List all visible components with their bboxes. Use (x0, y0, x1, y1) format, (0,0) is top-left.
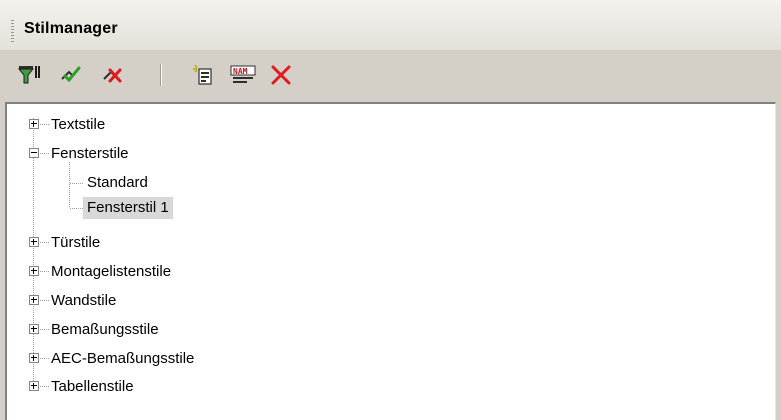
expand-montagelistenstile-toggle[interactable] (29, 266, 39, 276)
expand-tabellenstile-toggle[interactable] (29, 381, 39, 391)
grip-handle[interactable] (11, 20, 14, 42)
tree-connector (40, 358, 49, 359)
purge-icon (103, 68, 122, 83)
tree-connector (40, 329, 49, 330)
style-tree[interactable]: Textstile Fensterstile Standard Fensters… (5, 102, 776, 420)
panel-title: Stilmanager (24, 20, 118, 37)
tree-node-wandstile[interactable]: Wandstile (51, 290, 116, 312)
delete-button[interactable] (268, 62, 294, 88)
tree-connector (40, 386, 49, 387)
expand-wandstile-toggle[interactable] (29, 295, 39, 305)
tree-connector-children (69, 162, 70, 208)
expand-aec-bemassungsstile-toggle[interactable] (29, 353, 39, 363)
tree-connector (40, 124, 49, 125)
expand-textstile-toggle[interactable] (29, 119, 39, 129)
tree-node-fensterstile[interactable]: Fensterstile (51, 143, 129, 165)
new-style-icon (193, 64, 212, 85)
purge-check-button[interactable] (58, 62, 84, 88)
svg-text:NAM: NAM (233, 67, 248, 76)
toolbar: NAM (0, 50, 781, 102)
tree-connector (70, 208, 84, 209)
filter-icon (17, 66, 40, 84)
tree-node-textstile[interactable]: Textstile (51, 114, 105, 136)
tree-node-bemassungsstile[interactable]: Bemaßungsstile (51, 319, 159, 341)
filter-styles-button[interactable] (16, 62, 42, 88)
panel-titlebar: Stilmanager (0, 0, 781, 50)
collapse-fensterstile-toggle[interactable] (29, 148, 39, 158)
tree-node-standard[interactable]: Standard (87, 172, 148, 194)
new-style-button[interactable] (190, 62, 216, 88)
tree-node-tuerstile[interactable]: Türstile (51, 232, 100, 254)
tree-node-tabellenstile[interactable]: Tabellenstile (51, 376, 134, 398)
toolbar-separator (160, 64, 162, 86)
check-icon (61, 66, 81, 83)
rename-button[interactable]: NAM (230, 62, 256, 88)
tree-node-montagelistenstile[interactable]: Montagelistenstile (51, 261, 171, 283)
tree-connector (70, 183, 84, 184)
expand-tuerstile-toggle[interactable] (29, 237, 39, 247)
tree-connector-root (33, 118, 34, 386)
tree-connector (40, 153, 49, 154)
purge-cross-button[interactable] (100, 62, 126, 88)
tree-node-fensterstil-1[interactable]: Fensterstil 1 (83, 197, 173, 219)
tree-node-aec-bemassungsstile[interactable]: AEC-Bemaßungsstile (51, 348, 194, 370)
delete-icon (271, 65, 291, 85)
tree-connector (40, 271, 49, 272)
rename-icon: NAM (230, 65, 256, 83)
expand-bemassungsstile-toggle[interactable] (29, 324, 39, 334)
tree-connector (40, 300, 49, 301)
tree-connector (40, 242, 49, 243)
